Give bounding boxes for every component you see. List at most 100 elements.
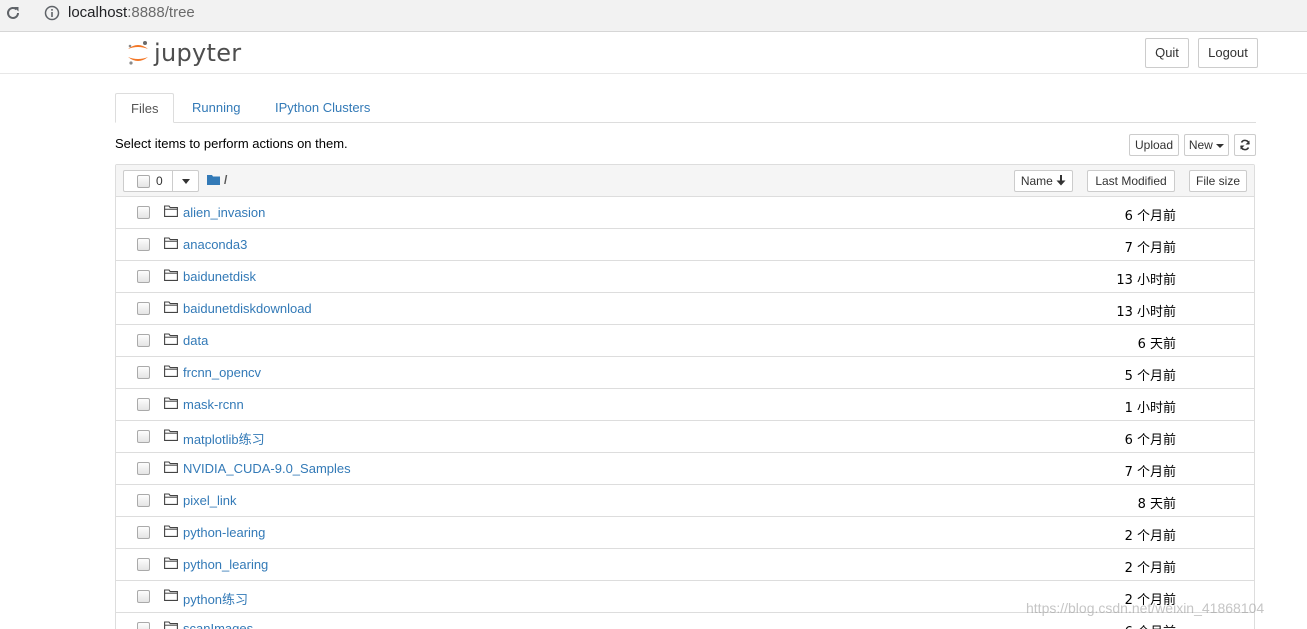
refresh-button[interactable]	[1234, 134, 1256, 156]
sort-name-label: Name	[1020, 174, 1053, 188]
file-row[interactable]: frcnn_opencv 5 个月前	[116, 357, 1254, 389]
row-checkbox[interactable]	[137, 302, 150, 315]
folder-icon	[164, 525, 178, 537]
file-name-link[interactable]: NVIDIA_CUDA-9.0_Samples	[183, 461, 351, 476]
row-checkbox[interactable]	[137, 238, 150, 251]
file-name-link[interactable]: scanImages	[183, 621, 253, 629]
tab-bar: Files Running IPython Clusters	[115, 93, 1256, 123]
row-checkbox[interactable]	[137, 366, 150, 379]
reload-icon[interactable]	[4, 4, 22, 22]
row-checkbox[interactable]	[137, 206, 150, 219]
row-checkbox[interactable]	[137, 558, 150, 571]
file-modified-time: 13 小时前	[1116, 305, 1176, 320]
info-icon[interactable]	[44, 5, 60, 21]
sort-by-size-button[interactable]: File size	[1189, 170, 1247, 192]
folder-filled-icon[interactable]	[207, 174, 220, 185]
file-modified-time: 1 小时前	[1124, 401, 1176, 416]
breadcrumb-root[interactable]: /	[224, 173, 227, 187]
sort-by-name-button[interactable]: Name	[1014, 170, 1073, 192]
select-all-checkbox[interactable]	[137, 175, 150, 188]
file-name-link[interactable]: data	[183, 333, 208, 348]
folder-icon	[164, 333, 178, 345]
file-name-link[interactable]: pixel_link	[183, 493, 236, 508]
file-row[interactable]: baidunetdiskdownload 13 小时前	[116, 293, 1254, 325]
folder-icon	[164, 269, 178, 281]
new-dropdown-button[interactable]: New	[1184, 134, 1229, 156]
file-row[interactable]: python-learing 2 个月前	[116, 517, 1254, 549]
file-row[interactable]: data 6 天前	[116, 325, 1254, 357]
file-row[interactable]: pixel_link 8 天前	[116, 485, 1254, 517]
folder-icon	[164, 493, 178, 505]
file-modified-time: 5 个月前	[1124, 369, 1176, 384]
folder-icon	[164, 205, 178, 217]
tab-files[interactable]: Files	[115, 93, 175, 123]
file-row[interactable]: alien_invasion 6 个月前	[116, 197, 1254, 229]
folder-icon	[164, 621, 178, 629]
refresh-icon	[1240, 139, 1250, 151]
folder-icon	[164, 365, 178, 377]
file-modified-time: 6 天前	[1137, 337, 1176, 352]
row-checkbox[interactable]	[137, 590, 150, 603]
file-modified-time: 8 天前	[1137, 497, 1176, 512]
file-modified-time: 2 个月前	[1124, 529, 1176, 544]
file-list-header: 0 / Name Last Modified File size	[116, 165, 1254, 197]
caret-down-icon	[1216, 143, 1225, 148]
folder-icon	[164, 429, 178, 441]
file-modified-time: 13 小时前	[1116, 273, 1176, 288]
row-checkbox[interactable]	[137, 430, 150, 443]
selected-count: 0	[156, 174, 163, 188]
url-text[interactable]: localhost:8888/tree	[68, 4, 195, 21]
sort-by-modified-button[interactable]: Last Modified	[1087, 170, 1175, 192]
tab-running[interactable]: Running	[177, 93, 255, 123]
row-checkbox[interactable]	[137, 622, 150, 629]
row-checkbox[interactable]	[137, 494, 150, 507]
select-hint-text: Select items to perform actions on them.	[115, 136, 348, 151]
browser-address-bar: localhost:8888/tree	[0, 0, 1307, 32]
jupyter-logo[interactable]: jupyter	[126, 38, 241, 68]
file-name-link[interactable]: mask-rcnn	[183, 397, 244, 412]
file-row[interactable]: matplotlib练习 6 个月前	[116, 421, 1254, 453]
select-all-group[interactable]: 0	[123, 170, 199, 192]
select-dropdown-caret-icon[interactable]	[182, 179, 190, 184]
file-row[interactable]: python_learing 2 个月前	[116, 549, 1254, 581]
file-name-link[interactable]: python_learing	[183, 557, 268, 572]
jupyter-logo-icon	[128, 41, 148, 65]
row-checkbox[interactable]	[137, 462, 150, 475]
file-name-link[interactable]: matplotlib练习	[183, 429, 265, 448]
row-checkbox[interactable]	[137, 398, 150, 411]
file-modified-time: 6 个月前	[1125, 621, 1176, 629]
file-name-link[interactable]: python-learing	[183, 525, 265, 540]
row-checkbox[interactable]	[137, 526, 150, 539]
file-row[interactable]: mask-rcnn 1 小时前	[116, 389, 1254, 421]
file-name-link[interactable]: baidunetdisk	[183, 269, 256, 284]
folder-icon	[164, 589, 178, 601]
logout-button[interactable]: Logout	[1198, 38, 1258, 68]
file-row[interactable]: NVIDIA_CUDA-9.0_Samples 7 个月前	[116, 453, 1254, 485]
file-name-link[interactable]: frcnn_opencv	[183, 365, 261, 380]
file-modified-time: 7 个月前	[1124, 465, 1176, 480]
file-row[interactable]: baidunetdisk 13 小时前	[116, 261, 1254, 293]
arrow-down-icon	[1056, 175, 1066, 186]
file-name-link[interactable]: alien_invasion	[183, 205, 265, 220]
file-modified-time: 2 个月前	[1124, 561, 1176, 576]
file-list: 0 / Name Last Modified File size alien_i…	[115, 164, 1255, 629]
row-checkbox[interactable]	[137, 334, 150, 347]
folder-icon	[164, 397, 178, 409]
file-modified-time: 6 个月前	[1124, 209, 1176, 224]
watermark-text: https://blog.csdn.net/weixin_41868104	[1026, 600, 1265, 616]
file-name-link[interactable]: anaconda3	[183, 237, 247, 252]
folder-icon	[164, 237, 178, 249]
jupyter-logo-text: jupyter	[154, 39, 242, 67]
file-modified-time: 7 个月前	[1124, 241, 1176, 256]
file-name-link[interactable]: python练习	[183, 589, 248, 608]
file-name-link[interactable]: baidunetdiskdownload	[183, 301, 312, 316]
row-checkbox[interactable]	[137, 270, 150, 283]
folder-icon	[164, 557, 178, 569]
quit-button[interactable]: Quit	[1145, 38, 1189, 68]
url-host: localhost	[68, 4, 128, 21]
tab-ipython-clusters[interactable]: IPython Clusters	[260, 93, 385, 123]
folder-icon	[164, 461, 178, 473]
upload-button[interactable]: Upload	[1129, 134, 1179, 156]
new-button-label: New	[1188, 138, 1213, 152]
file-row[interactable]: anaconda3 7 个月前	[116, 229, 1254, 261]
